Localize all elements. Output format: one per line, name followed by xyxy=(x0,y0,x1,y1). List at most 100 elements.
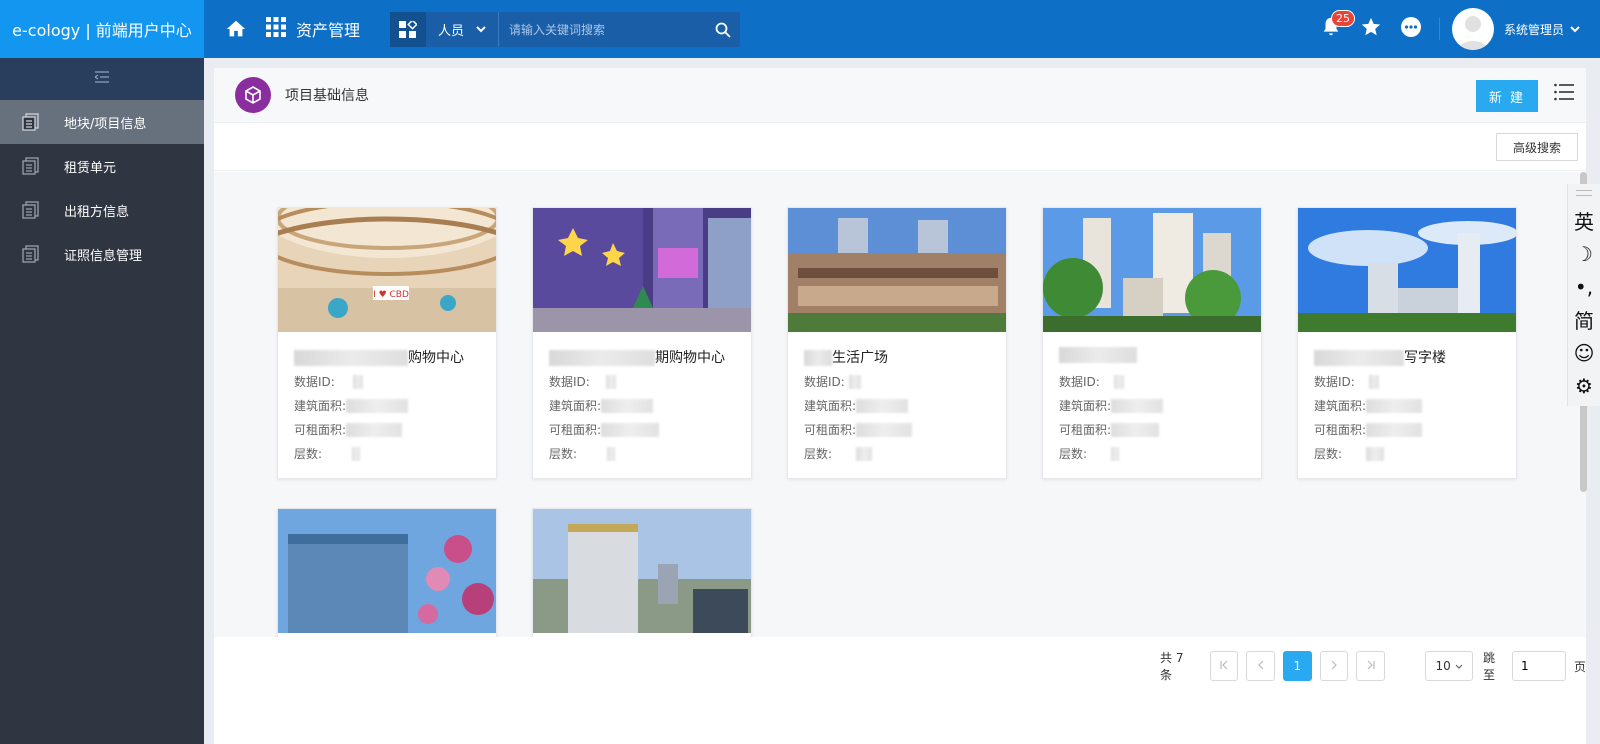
redacted-text xyxy=(1111,423,1160,437)
redacted-text xyxy=(601,423,660,437)
redacted-text xyxy=(1113,375,1124,389)
card-title: 生活广场 xyxy=(788,332,1006,370)
project-card[interactable]: I ♥ CBD 购物中心 数据ID: 建筑面积: 可租面积: 层数: xyxy=(277,207,497,479)
card-field: 层数: xyxy=(788,442,1006,466)
global-search: 人员 xyxy=(390,12,740,47)
card-field: 建筑面积: xyxy=(278,394,496,418)
notifications-button[interactable]: 25 xyxy=(1311,0,1355,58)
ime-language-toggle[interactable]: 英 xyxy=(1574,204,1594,237)
card-field: 数据ID: xyxy=(533,370,751,394)
card-field: 数据ID: xyxy=(278,370,496,394)
document-icon xyxy=(22,157,40,175)
chevron-left-icon xyxy=(1257,659,1265,673)
prev-page-button[interactable] xyxy=(1246,651,1275,681)
page-unit-label: 页 xyxy=(1573,659,1586,674)
project-card[interactable]: 生活广场 数据ID: 建筑面积: 可租面积: 层数: xyxy=(787,207,1007,479)
document-icon xyxy=(22,201,40,219)
search-input[interactable] xyxy=(499,12,706,47)
moon-icon[interactable]: ☽ xyxy=(1575,237,1593,270)
cube-icon xyxy=(235,77,271,113)
project-card[interactable]: 期购物中心 数据ID: 建筑面积: 可租面积: 层数: xyxy=(532,207,752,479)
redacted-text xyxy=(346,399,409,413)
card-field: 可租面积: xyxy=(533,418,751,442)
card-field: 建筑面积: xyxy=(788,394,1006,418)
last-page-button[interactable] xyxy=(1356,651,1386,681)
brand-title[interactable]: e-cology | 前端用户中心 xyxy=(0,0,204,58)
favorites-button[interactable] xyxy=(1351,0,1391,58)
document-icon xyxy=(22,245,40,263)
next-page-button[interactable] xyxy=(1319,651,1349,681)
redacted-text xyxy=(346,423,403,437)
card-field: 层数: xyxy=(278,442,496,466)
office-blossom-image xyxy=(278,509,496,633)
residential-towers-image xyxy=(1043,208,1261,332)
emoji-icon[interactable]: ☺ xyxy=(1574,336,1595,369)
module-switcher[interactable]: 资产管理 xyxy=(266,17,360,41)
advanced-search-button[interactable]: 高级搜索 xyxy=(1496,133,1578,161)
card-field: 建筑面积: xyxy=(1043,394,1261,418)
sidebar-item-project-info[interactable]: 地块/项目信息 xyxy=(0,100,204,144)
header-tools: 25 系统管理员 xyxy=(1311,0,1580,58)
redacted-text xyxy=(856,399,909,413)
card-title xyxy=(1043,332,1261,370)
sidebar-item-label: 出租方信息 xyxy=(64,204,130,220)
sidebar-item-license-management[interactable]: 证照信息管理 xyxy=(0,232,204,276)
redacted-text xyxy=(1366,399,1423,413)
card-field: 数据ID: xyxy=(1298,370,1516,394)
redacted-text xyxy=(848,375,861,389)
search-type-icon[interactable] xyxy=(390,12,426,47)
card-field: 层数: xyxy=(1043,442,1261,466)
page-header: 项目基础信息 新 建 xyxy=(214,68,1586,123)
avatar[interactable] xyxy=(1451,8,1494,50)
sidebar-item-label: 租赁单元 xyxy=(64,160,117,176)
ime-simplified-toggle[interactable]: 简 xyxy=(1574,303,1594,336)
drag-handle[interactable] xyxy=(1576,190,1592,196)
ime-toolbar: 英 ☽ •, 简 ☺ ⚙ xyxy=(1567,184,1600,406)
card-title: 购物中心 xyxy=(278,332,496,370)
page-size-value: 10 xyxy=(1435,659,1451,673)
list-menu-icon[interactable] xyxy=(1554,83,1576,105)
last-page-icon xyxy=(1366,659,1376,673)
pagination: 共 7 条 1 10 跳至 页 xyxy=(214,637,1586,744)
more-button[interactable] xyxy=(1391,0,1431,58)
star-icon xyxy=(1360,16,1382,42)
card-field: 可租面积: xyxy=(1043,418,1261,442)
first-page-button[interactable] xyxy=(1209,651,1239,681)
card-field: 可租面积: xyxy=(278,418,496,442)
sidebar: 地块/项目信息 租赁单元 出租方信息 证照信息管理 xyxy=(0,58,204,744)
redacted-text xyxy=(601,399,654,413)
redacted-text xyxy=(549,350,655,366)
sidebar-item-lessor-info[interactable]: 出租方信息 xyxy=(0,188,204,232)
main-panel: 项目基础信息 新 建 高级搜索 I ♥ CBD 购物中心 数据ID: 建筑面积:… xyxy=(214,68,1586,744)
punctuation-toggle[interactable]: •, xyxy=(1575,270,1593,303)
divider xyxy=(1438,18,1440,40)
home-icon[interactable] xyxy=(222,15,250,43)
filter-toolbar: 高级搜索 xyxy=(214,123,1586,171)
page-button[interactable]: 1 xyxy=(1282,651,1312,681)
collapse-sidebar-button[interactable] xyxy=(0,58,204,100)
project-card[interactable]: 数据ID: 建筑面积: 可租面积: 层数: xyxy=(1042,207,1262,479)
redacted-text xyxy=(804,350,832,366)
card-field: 可租面积: xyxy=(788,418,1006,442)
page-size-select[interactable]: 10 xyxy=(1425,651,1474,681)
module-label: 资产管理 xyxy=(296,21,361,40)
project-card[interactable] xyxy=(277,508,497,637)
new-button[interactable]: 新 建 xyxy=(1476,80,1538,112)
redacted-text xyxy=(1314,350,1404,366)
sidebar-item-rental-units[interactable]: 租赁单元 xyxy=(0,144,204,188)
project-card[interactable] xyxy=(532,508,752,637)
redacted-text xyxy=(607,447,616,461)
total-count: 共 7 条 xyxy=(1160,651,1184,682)
project-card[interactable]: 写字楼 数据ID: 建筑面积: 可租面积: 层数: xyxy=(1297,207,1517,479)
card-title: 写字楼 xyxy=(1298,332,1516,370)
user-menu[interactable]: 系统管理员 xyxy=(1504,21,1580,38)
redacted-text xyxy=(856,447,873,461)
search-icon[interactable] xyxy=(706,22,740,38)
jump-label: 跳至 xyxy=(1483,651,1496,682)
pagination-controls: 共 7 条 1 10 跳至 页 xyxy=(1160,649,1586,683)
jump-page-input[interactable] xyxy=(1511,651,1566,681)
search-scope-select[interactable]: 人员 xyxy=(426,12,500,47)
gear-icon[interactable]: ⚙ xyxy=(1575,369,1593,402)
redacted-text xyxy=(352,375,363,389)
office-tower-sky-image xyxy=(1298,208,1516,332)
